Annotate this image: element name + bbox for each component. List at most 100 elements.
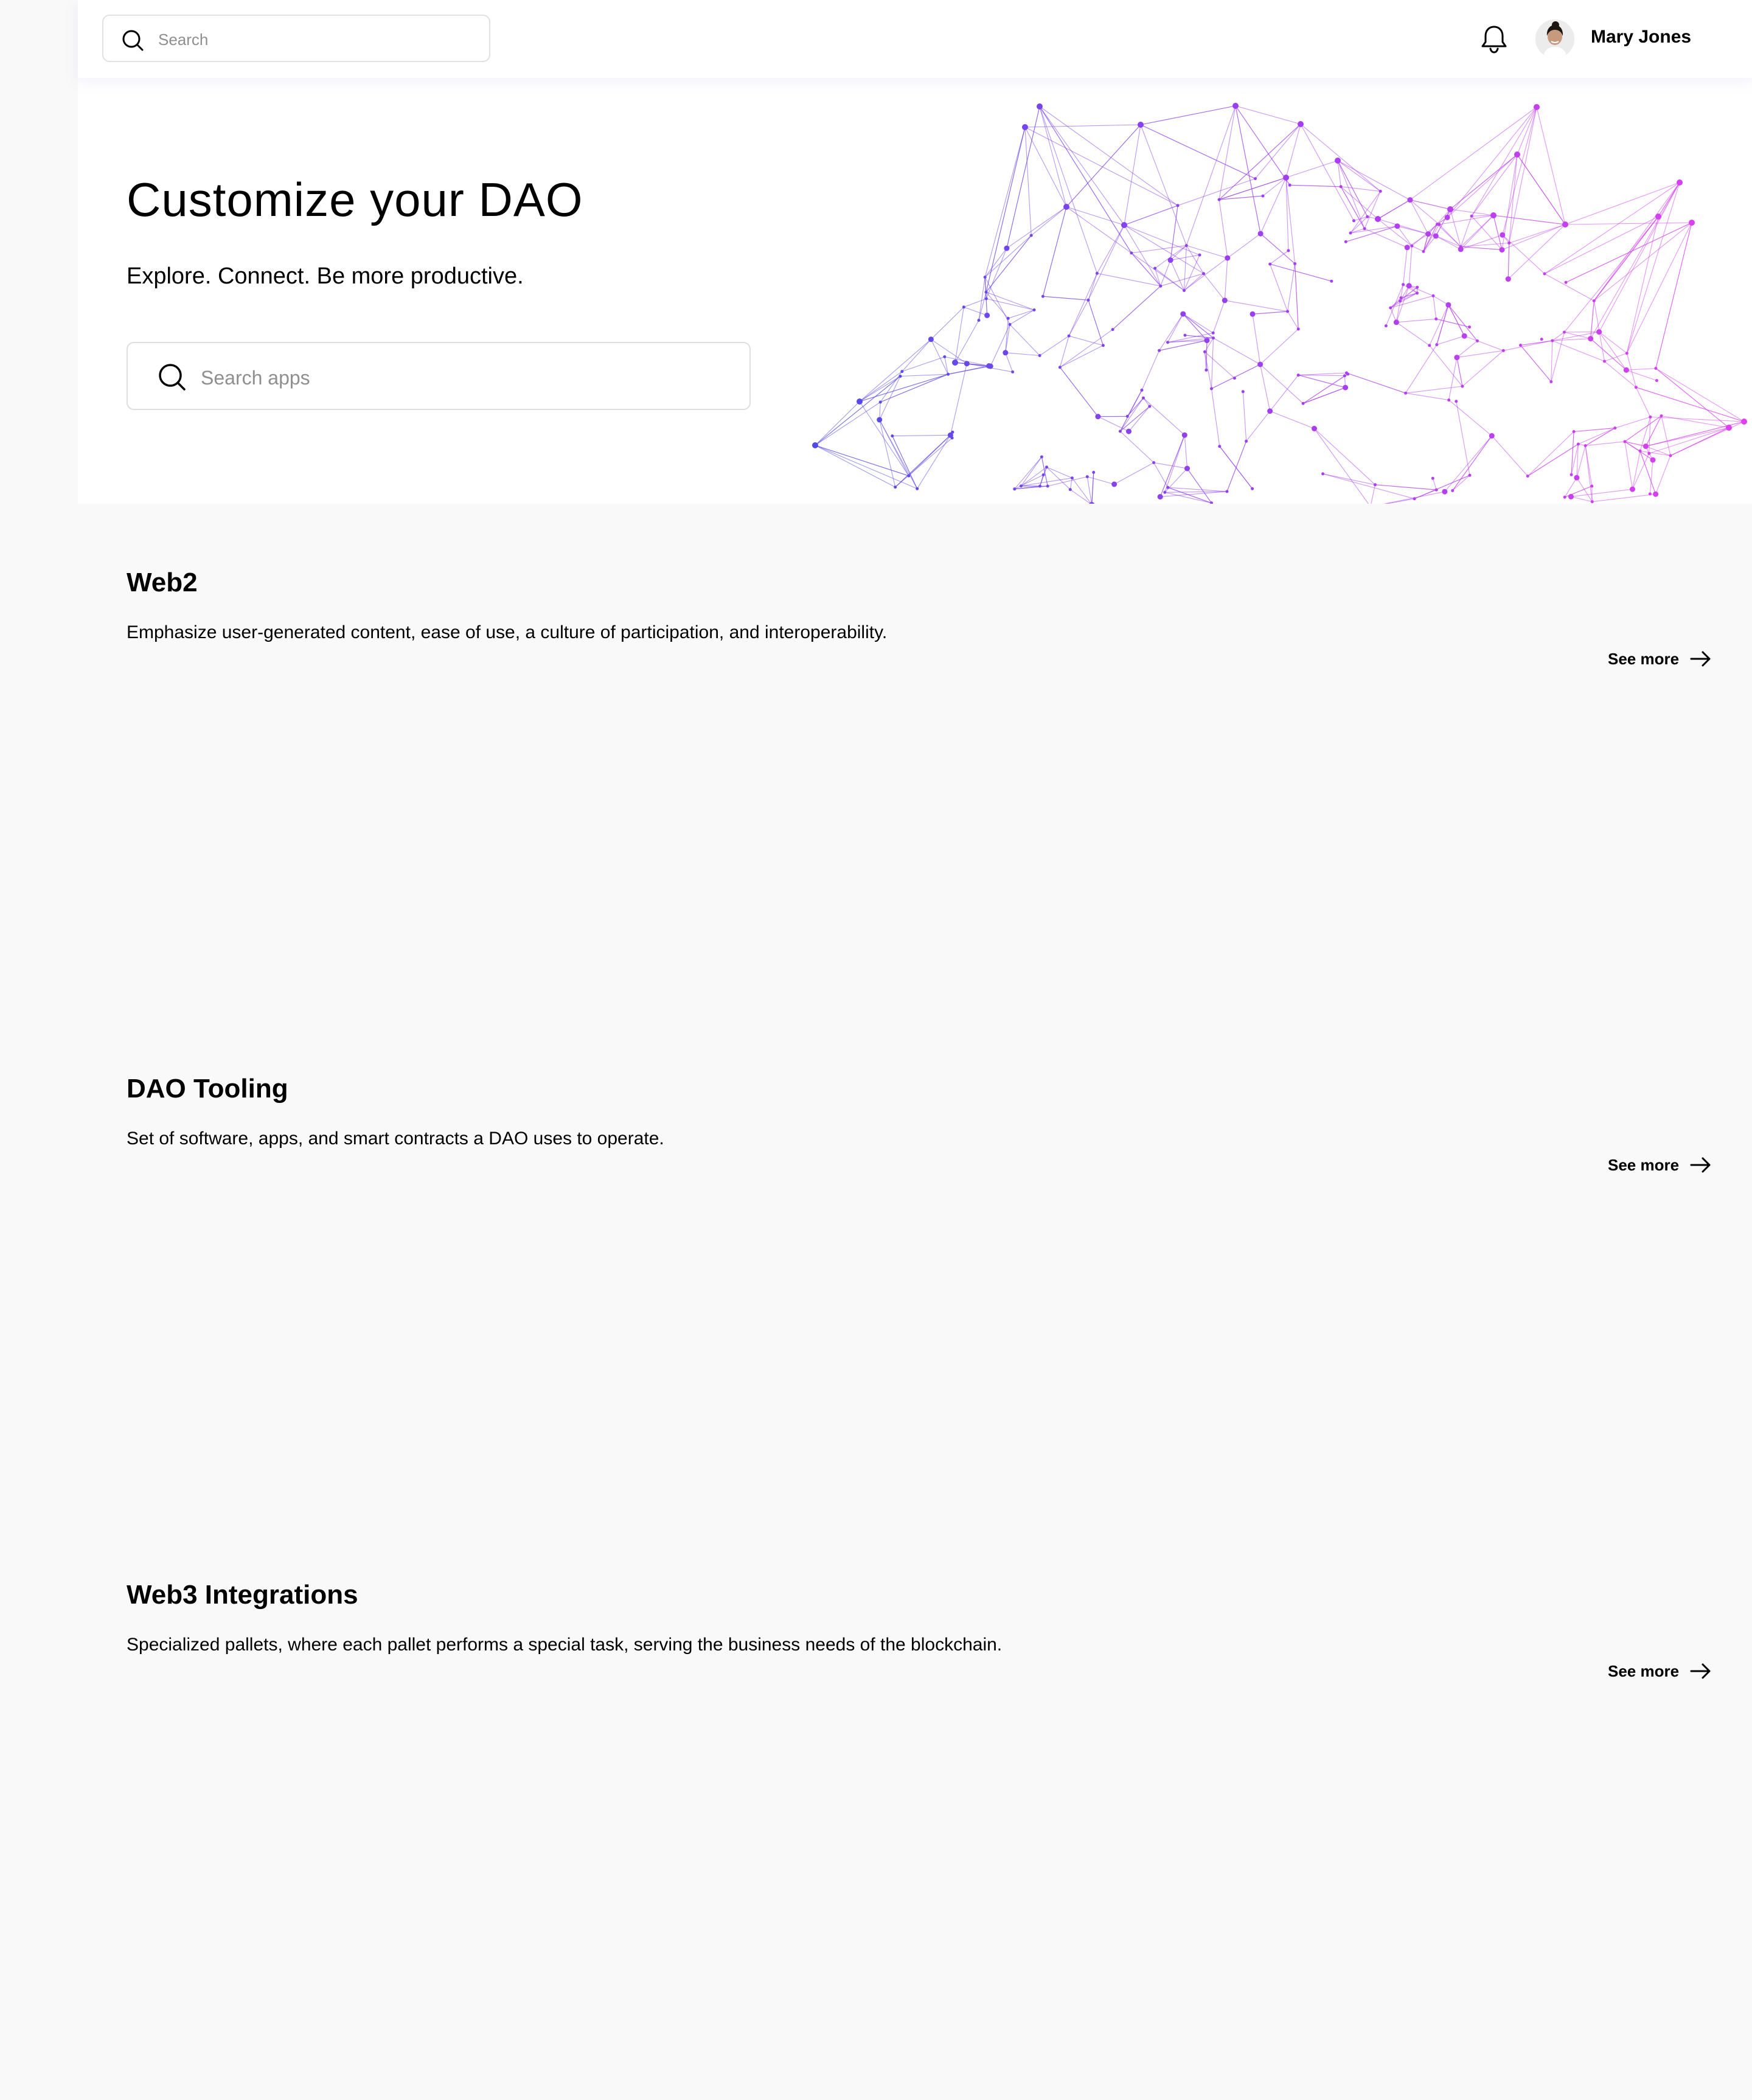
network-edge <box>1491 436 1528 476</box>
network-node <box>1416 291 1419 295</box>
network-edge <box>1456 357 1463 387</box>
network-node <box>1444 214 1450 220</box>
network-node <box>1343 374 1346 378</box>
network-edge <box>1544 182 1680 274</box>
network-edge <box>1177 178 1256 206</box>
global-search[interactable] <box>102 15 490 62</box>
network-node <box>1447 398 1451 402</box>
network-edge <box>1184 435 1188 469</box>
network-node <box>1202 272 1205 276</box>
network-edge <box>1661 415 1729 428</box>
network-node <box>1111 328 1114 332</box>
network-edge <box>1287 311 1299 330</box>
network-node <box>1045 465 1048 469</box>
app-search[interactable] <box>127 342 751 410</box>
network-node <box>1210 387 1213 391</box>
network-edge <box>1298 375 1346 388</box>
network-node <box>1647 451 1651 455</box>
network-node <box>1468 325 1471 329</box>
network-edge <box>859 339 931 402</box>
network-node <box>1111 481 1118 487</box>
network-node <box>1046 484 1049 488</box>
see-more-link[interactable]: See more <box>1608 647 1712 671</box>
bell-icon[interactable] <box>1478 23 1510 55</box>
network-edge <box>1527 431 1574 476</box>
network-edge <box>1452 475 1470 491</box>
network-node <box>1375 216 1381 222</box>
network-edge <box>1346 372 1406 394</box>
network-edge <box>1008 309 1035 319</box>
network-node <box>1549 380 1553 383</box>
network-edge <box>1153 462 1169 488</box>
network-edge <box>1159 313 1184 351</box>
network-edge <box>1411 245 1424 252</box>
network-edge <box>1088 300 1104 346</box>
network-edge <box>1323 473 1375 485</box>
network-node <box>1638 449 1642 453</box>
network-node <box>1378 189 1382 193</box>
network-edge <box>1270 411 1315 429</box>
network-edge <box>1213 338 1260 365</box>
network-edge <box>1140 105 1236 125</box>
network-edge <box>892 434 951 437</box>
network-edge <box>1203 273 1225 301</box>
network-node <box>1041 294 1045 298</box>
network-edge <box>1509 224 1566 244</box>
network-edge <box>944 356 949 375</box>
section-description: Specialized pallets, where each pallet p… <box>127 1635 1003 1655</box>
network-node <box>1630 486 1635 492</box>
network-node <box>1399 299 1402 303</box>
network-edge <box>1087 476 1114 485</box>
network-edge <box>1635 387 1651 417</box>
network-node <box>1032 308 1036 311</box>
user-name[interactable]: Mary Jones <box>1591 27 1691 47</box>
arrow-right-icon <box>1690 651 1711 667</box>
avatar[interactable] <box>1535 19 1574 58</box>
network-edge <box>1551 340 1553 382</box>
network-edge <box>1270 263 1288 312</box>
network-node <box>928 336 934 342</box>
network-node <box>1505 276 1511 282</box>
network-edge <box>1432 478 1437 490</box>
network-edge <box>1260 364 1271 411</box>
network-node <box>1393 319 1399 325</box>
network-node <box>1583 444 1587 448</box>
network-node <box>1029 234 1033 237</box>
network-node <box>1217 198 1221 201</box>
network-edge <box>1042 206 1067 297</box>
network-edge <box>1046 467 1071 490</box>
network-node <box>1085 475 1089 479</box>
app-search-input[interactable] <box>200 361 737 394</box>
network-node <box>1037 103 1043 110</box>
network-node <box>984 290 988 294</box>
see-more-link[interactable]: See more <box>1608 1153 1712 1177</box>
network-edge <box>859 374 948 402</box>
network-edge <box>1212 300 1225 333</box>
network-edge <box>1396 285 1410 322</box>
network-edge <box>1565 222 1692 225</box>
global-search-input[interactable] <box>157 24 476 55</box>
network-node <box>1433 233 1439 239</box>
network-edge <box>1632 453 1650 490</box>
network-node <box>1422 249 1425 253</box>
network-edge <box>1183 245 1187 291</box>
network-node <box>1004 245 1010 251</box>
network-node <box>907 474 911 478</box>
network-node <box>1184 244 1188 248</box>
network-edge <box>1655 222 1692 369</box>
network-node <box>1006 316 1010 320</box>
network-node <box>1003 350 1009 356</box>
network-edge <box>1186 105 1236 246</box>
network-node <box>1590 484 1594 488</box>
network-node <box>1283 175 1289 181</box>
network-node <box>1254 177 1257 181</box>
network-node <box>1130 251 1133 255</box>
network-node <box>1655 379 1658 382</box>
network-edge <box>1375 484 1437 490</box>
network-edge <box>1046 467 1072 479</box>
see-more-link[interactable]: See more <box>1608 1659 1712 1683</box>
network-edge <box>1429 345 1463 387</box>
network-edge <box>1471 106 1537 217</box>
network-edge <box>1650 416 1745 422</box>
network-edge <box>1039 106 1132 254</box>
